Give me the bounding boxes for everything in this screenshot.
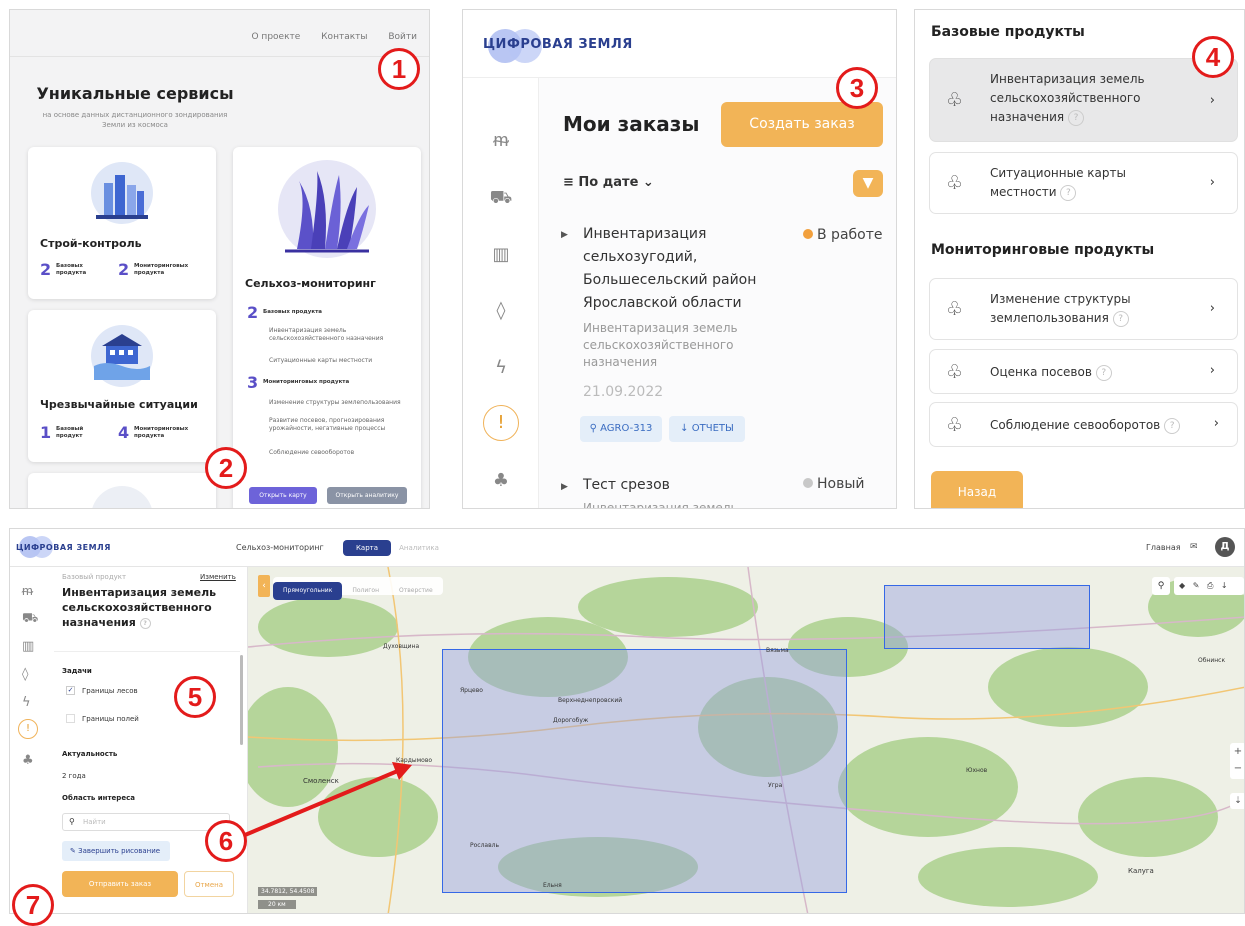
callout-1: 1 <box>378 48 420 90</box>
callout-4: 4 <box>1192 36 1234 78</box>
callout-2: 2 <box>205 447 247 489</box>
callout-5: 5 <box>174 676 216 718</box>
callout-7: 7 <box>12 884 54 926</box>
annotation-arrow <box>244 762 412 837</box>
callout-3: 3 <box>836 67 878 109</box>
callout-6: 6 <box>205 820 247 862</box>
